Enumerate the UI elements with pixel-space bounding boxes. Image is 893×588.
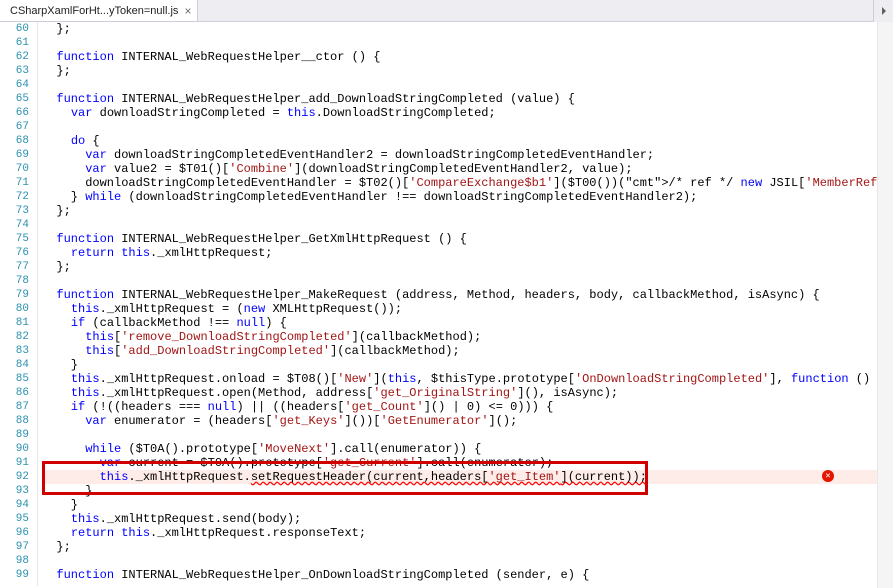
code-line: do { <box>42 134 893 148</box>
code-line: this._xmlHttpRequest.open(Method, addres… <box>42 386 893 400</box>
code-line: this._xmlHttpRequest = (new XMLHttpReque… <box>42 302 893 316</box>
line-number: 83 <box>0 344 29 358</box>
line-number: 94 <box>0 498 29 512</box>
code-line: this['remove_DownloadStringCompleted'](c… <box>42 330 893 344</box>
code-line: this._xmlHttpRequest.onload = $T08()['Ne… <box>42 372 893 386</box>
code-line: function INTERNAL_WebRequestHelper_OnDow… <box>42 568 893 582</box>
tab-title: CSharpXamlForHt...yToken=null.js <box>10 5 178 17</box>
line-number: 67 <box>0 120 29 134</box>
code-line <box>42 428 893 442</box>
code-line: function INTERNAL_WebRequestHelper_MakeR… <box>42 288 893 302</box>
line-number: 71 <box>0 176 29 190</box>
code-line: }; <box>42 22 893 36</box>
line-number: 88 <box>0 414 29 428</box>
tab-overflow-button[interactable] <box>873 0 893 22</box>
line-number: 74 <box>0 218 29 232</box>
code-line: var downloadStringCompletedEventHandler2… <box>42 148 893 162</box>
code-line: if (!((headers === null) || ((headers['g… <box>42 400 893 414</box>
code-line: this._xmlHttpRequest.send(body); <box>42 512 893 526</box>
chevron-right-icon <box>880 7 888 15</box>
code-line: var current = $T0A().prototype['get_Curr… <box>42 456 893 470</box>
code-line <box>42 554 893 568</box>
line-number: 92 <box>0 470 29 484</box>
line-number-gutter: 6061626364656667686970717273747576777879… <box>0 22 38 586</box>
code-area[interactable]: ✕ }; function INTERNAL_WebRequestHelper_… <box>38 22 893 586</box>
line-number: 61 <box>0 36 29 50</box>
file-tab[interactable]: CSharpXamlForHt...yToken=null.js × <box>0 0 198 21</box>
code-line <box>42 218 893 232</box>
close-icon[interactable]: × <box>184 5 191 17</box>
code-line <box>42 36 893 50</box>
code-line: this._xmlHttpRequest.setRequestHeader(cu… <box>42 470 893 484</box>
code-line <box>42 274 893 288</box>
line-number: 90 <box>0 442 29 456</box>
line-number: 95 <box>0 512 29 526</box>
code-line: downloadStringCompletedEventHandler = $T… <box>42 176 893 190</box>
line-number: 84 <box>0 358 29 372</box>
code-line: return this._xmlHttpRequest.responseText… <box>42 526 893 540</box>
code-line: var value2 = $T01()['Combine'](downloadS… <box>42 162 893 176</box>
tab-bar: CSharpXamlForHt...yToken=null.js × <box>0 0 893 22</box>
code-line: this['add_DownloadStringCompleted'](call… <box>42 344 893 358</box>
line-number: 69 <box>0 148 29 162</box>
line-number: 64 <box>0 78 29 92</box>
line-number: 76 <box>0 246 29 260</box>
code-line: } <box>42 358 893 372</box>
line-number: 85 <box>0 372 29 386</box>
error-icon: ✕ <box>822 470 834 482</box>
line-number: 70 <box>0 162 29 176</box>
line-number: 97 <box>0 540 29 554</box>
code-line: var downloadStringCompleted = this.Downl… <box>42 106 893 120</box>
line-number: 79 <box>0 288 29 302</box>
line-number: 98 <box>0 554 29 568</box>
code-line: return this._xmlHttpRequest; <box>42 246 893 260</box>
code-line: }; <box>42 204 893 218</box>
code-line: function INTERNAL_WebRequestHelper_add_D… <box>42 92 893 106</box>
code-line: } <box>42 498 893 512</box>
line-number: 75 <box>0 232 29 246</box>
line-number: 81 <box>0 316 29 330</box>
code-line: function INTERNAL_WebRequestHelper_GetXm… <box>42 232 893 246</box>
line-number: 78 <box>0 274 29 288</box>
line-number: 89 <box>0 428 29 442</box>
code-line: }; <box>42 540 893 554</box>
code-line: }; <box>42 64 893 78</box>
line-number: 66 <box>0 106 29 120</box>
line-number: 62 <box>0 50 29 64</box>
line-number: 68 <box>0 134 29 148</box>
line-number: 72 <box>0 190 29 204</box>
code-line: }; <box>42 260 893 274</box>
code-line <box>42 78 893 92</box>
code-line: } while (downloadStringCompletedEventHan… <box>42 190 893 204</box>
code-line <box>42 120 893 134</box>
code-line: if (callbackMethod !== null) { <box>42 316 893 330</box>
line-number: 77 <box>0 260 29 274</box>
code-line: } <box>42 484 893 498</box>
line-number: 87 <box>0 400 29 414</box>
code-line: while ($T0A().prototype['MoveNext'].call… <box>42 442 893 456</box>
code-editor[interactable]: 6061626364656667686970717273747576777879… <box>0 22 893 586</box>
line-number: 60 <box>0 22 29 36</box>
line-number: 65 <box>0 92 29 106</box>
line-number: 73 <box>0 204 29 218</box>
line-number: 82 <box>0 330 29 344</box>
line-number: 91 <box>0 456 29 470</box>
line-number: 99 <box>0 568 29 582</box>
line-number: 96 <box>0 526 29 540</box>
line-number: 63 <box>0 64 29 78</box>
code-line: function INTERNAL_WebRequestHelper__ctor… <box>42 50 893 64</box>
vertical-scrollbar[interactable] <box>877 22 893 588</box>
line-number: 86 <box>0 386 29 400</box>
line-number: 80 <box>0 302 29 316</box>
line-number: 93 <box>0 484 29 498</box>
code-line: var enumerator = (headers['get_Keys']())… <box>42 414 893 428</box>
